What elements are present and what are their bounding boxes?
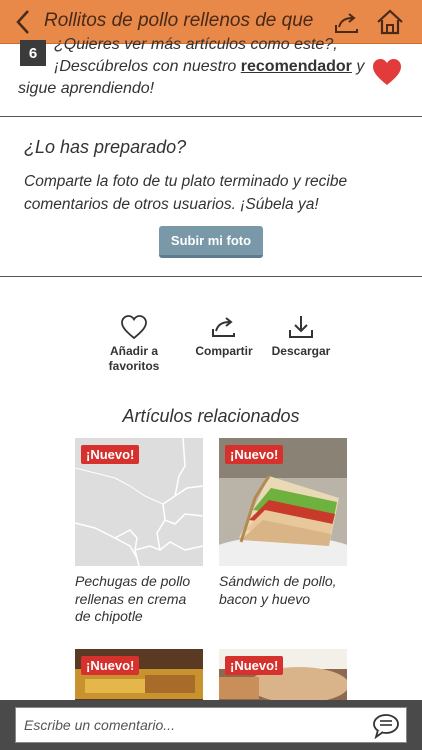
new-badge: ¡Nuevo! — [81, 656, 140, 675]
new-badge: ¡Nuevo! — [225, 656, 284, 675]
comment-bar — [0, 700, 422, 750]
step-section: 6 ¿Quieres ver más artículos como este?,… — [0, 36, 422, 117]
related-article-card[interactable]: ¡Nuevo! Pechugas de pollo rellenas en cr… — [75, 438, 203, 626]
step-text-suffix: y — [351, 58, 365, 75]
add-favorite-label: Añadir a favoritos — [108, 344, 160, 373]
related-title: Artículos relacionados — [122, 406, 300, 426]
download-label: Descargar — [271, 344, 331, 358]
article-thumbnail: ¡Nuevo! — [219, 438, 347, 566]
chat-bubble-icon[interactable] — [372, 712, 400, 740]
article-caption: Sándwich de pollo, bacon y huevo — [219, 573, 337, 607]
chevron-left-icon — [16, 10, 29, 34]
add-favorite-button[interactable]: Añadir a favoritos — [100, 312, 168, 374]
share-button[interactable] — [332, 8, 362, 38]
page-title: Rollitos de pollo rellenos de que — [44, 10, 314, 31]
share-icon — [212, 317, 235, 337]
prepared-description: Comparte la foto de tu plato terminado y… — [24, 173, 348, 213]
divider — [0, 276, 422, 277]
step-text-line: sigue aprendiendo! — [18, 80, 155, 97]
recommender-link[interactable]: recomendador — [241, 58, 352, 75]
step-text-prefix: ¡Descúbrelos con nuestro — [54, 58, 241, 75]
step-number: 6 — [20, 40, 46, 66]
article-caption: Pechugas de pollo rellenas en crema de c… — [75, 573, 191, 624]
upload-photo-button[interactable]: Subir mi foto — [159, 226, 263, 258]
prepared-title: ¿Lo has preparado? — [24, 137, 187, 157]
heart-outline-icon — [121, 315, 147, 340]
share-action-button[interactable]: Compartir — [190, 312, 258, 359]
home-button[interactable] — [374, 6, 406, 38]
share-icon — [335, 13, 358, 33]
comment-input-wrapper — [15, 707, 407, 743]
divider — [0, 116, 422, 117]
step-text-line: ¿Quieres ver más artículos como este?, — [54, 36, 338, 53]
download-icon — [289, 316, 313, 338]
related-article-card[interactable]: ¡Nuevo! Sándwich de pollo, bacon y huevo — [219, 438, 347, 608]
new-badge: ¡Nuevo! — [81, 445, 140, 464]
heart-icon[interactable] — [371, 57, 403, 87]
download-button[interactable]: Descargar — [268, 312, 334, 359]
article-thumbnail: ¡Nuevo! — [75, 438, 203, 566]
new-badge: ¡Nuevo! — [225, 445, 284, 464]
home-icon — [377, 9, 403, 35]
back-button[interactable] — [10, 8, 36, 36]
step-text-line: ¡Descúbrelos con nuestro recomendador y — [54, 58, 364, 76]
share-label: Compartir — [195, 344, 253, 358]
comment-input[interactable] — [24, 717, 364, 733]
